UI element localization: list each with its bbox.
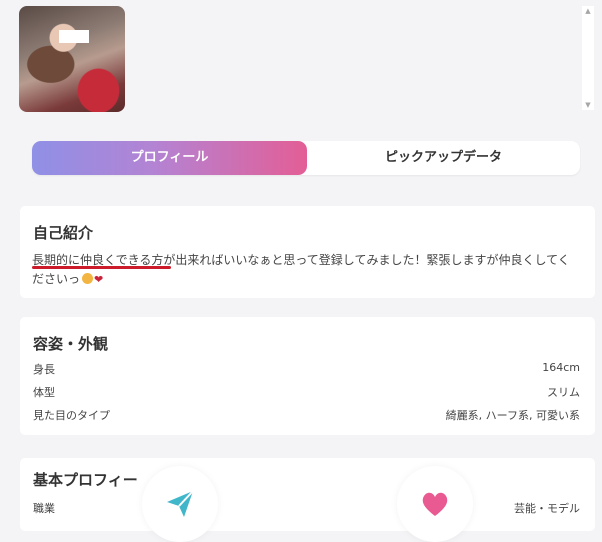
- scroll-up-arrow-icon[interactable]: ▲: [582, 6, 594, 16]
- row-label: 見た目のタイプ: [33, 409, 110, 422]
- intro-highlight-text: 長期的に仲良くできる方: [32, 253, 164, 267]
- scrollbar[interactable]: ▲ ▼: [582, 6, 594, 110]
- heart-emoji-icon: ❤: [94, 273, 104, 286]
- row-label: 職業: [33, 502, 55, 515]
- paper-plane-icon: [167, 490, 194, 517]
- tab-pickup-data[interactable]: ピックアップデータ: [307, 141, 580, 175]
- row-value: 164cm: [542, 361, 580, 374]
- appearance-row-body-type: 体型 スリム: [33, 384, 580, 402]
- scroll-down-arrow-icon[interactable]: ▼: [582, 100, 594, 110]
- row-label: 身長: [33, 363, 55, 376]
- basic-profile-card: 基本プロフィー 職業 芸能・モデル: [20, 458, 595, 531]
- self-introduction-title: 自己紹介: [33, 224, 94, 242]
- red-underline-annotation: [32, 266, 171, 269]
- face-mask: [59, 30, 89, 43]
- basic-profile-title: 基本プロフィー: [33, 471, 138, 489]
- appearance-row-look-type: 見た目のタイプ 綺麗系, ハーフ系, 可愛い系: [33, 407, 580, 425]
- heart-icon: [422, 492, 448, 516]
- appearance-title: 容姿・外観: [33, 335, 109, 353]
- appearance-card: 容姿・外観 身長 164cm 体型 スリム 見た目のタイプ 綺麗系, ハーフ系,…: [20, 317, 595, 435]
- self-introduction-card: 自己紹介 長期的に仲良くできる方が出来ればいいなぁと思って登録してみました！緊張…: [20, 206, 595, 298]
- profile-photo[interactable]: [19, 6, 125, 112]
- profile-tabs: プロフィール ピックアップデータ: [32, 141, 580, 175]
- basic-row-occupation: 職業 芸能・モデル: [33, 500, 580, 518]
- self-introduction-text: 長期的に仲良くできる方が出来ればいいなぁと思って登録してみました！緊張しますが仲…: [32, 251, 580, 289]
- row-value: スリム: [547, 386, 580, 399]
- row-label: 体型: [33, 386, 55, 399]
- smile-emoji-icon: [82, 273, 94, 284]
- tab-profile[interactable]: プロフィール: [32, 141, 307, 175]
- appearance-row-height: 身長 164cm: [33, 361, 580, 379]
- row-value: 綺麗系, ハーフ系, 可愛い系: [445, 409, 580, 422]
- row-value: 芸能・モデル: [514, 502, 580, 515]
